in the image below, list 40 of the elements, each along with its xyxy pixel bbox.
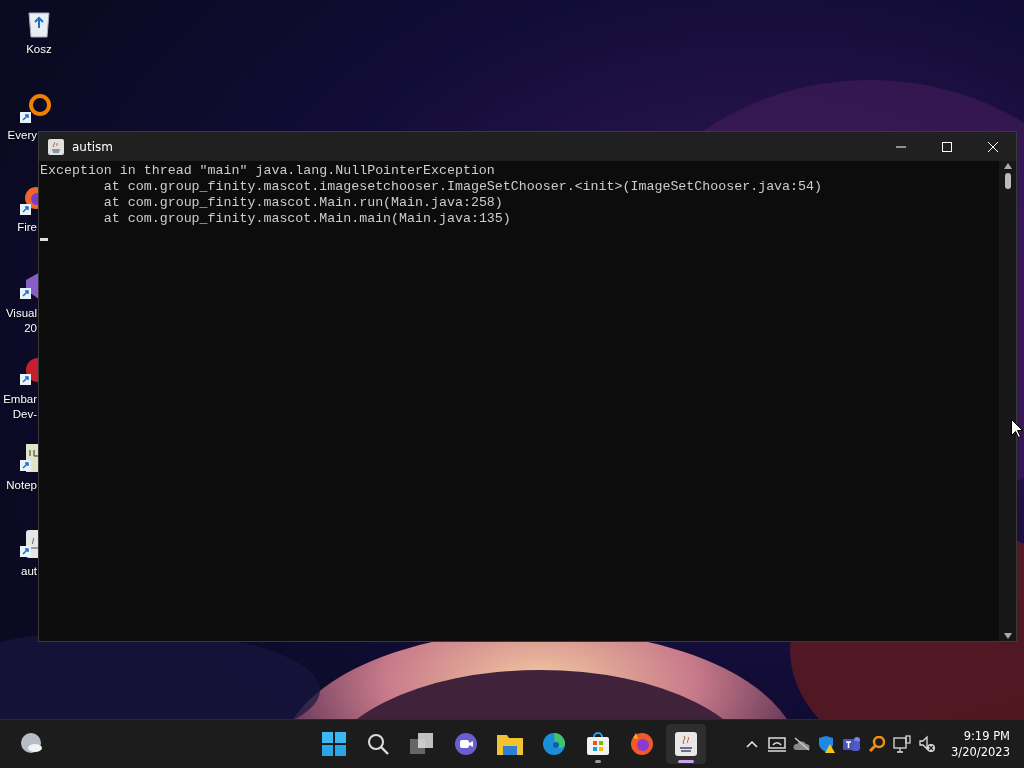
close-icon xyxy=(988,141,998,152)
clock[interactable]: 9:19 PM 3/20/2023 xyxy=(951,728,1010,760)
scroll-thumb[interactable] xyxy=(1004,173,1011,189)
magnifier-icon[interactable] xyxy=(868,736,885,752)
weather-icon[interactable] xyxy=(19,732,45,756)
shield-warning-icon[interactable] xyxy=(817,735,836,753)
maximize-icon xyxy=(942,141,952,152)
scrollbar[interactable] xyxy=(999,161,1016,641)
taskbar-app[interactable] xyxy=(666,724,706,764)
video-chat-icon xyxy=(454,732,478,756)
java-icon xyxy=(48,138,64,155)
icon-label: aut xyxy=(21,564,37,579)
icon-label: Dev- xyxy=(12,407,37,422)
window-title: autism xyxy=(72,139,114,154)
ring-icon xyxy=(18,94,52,124)
windows-stack-icon xyxy=(410,733,434,755)
search-icon xyxy=(367,733,389,755)
scroll-down-icon[interactable] xyxy=(1003,633,1012,639)
icon-label: Visual xyxy=(5,306,37,321)
clock-date: 3/20/2023 xyxy=(951,744,1010,760)
icon-label: Notep xyxy=(6,478,37,493)
cloud-off-icon[interactable] xyxy=(792,737,811,751)
icon-label: Fire xyxy=(17,220,37,235)
scroll-up-icon[interactable] xyxy=(1003,163,1012,169)
java-icon xyxy=(674,731,698,757)
icon-label: Kosz xyxy=(26,42,52,57)
console-line: at com.group_finity.mascot.Main.run(Main.java:258) xyxy=(102,195,504,211)
icon-label: Every xyxy=(7,128,37,143)
console-line: at com.group_finity.mascot.imagesetchooser.ImageSetChooser.<init>(ImageSetChooser.java:54) xyxy=(102,179,823,195)
volume-muted-icon[interactable] xyxy=(917,735,936,753)
chevron-up-icon[interactable] xyxy=(745,740,758,748)
console-line: at com.group_finity.mascot.Main.main(Main.java:135) xyxy=(102,211,512,227)
clock-time: 9:19 PM xyxy=(963,728,1010,744)
folder-icon xyxy=(497,733,523,755)
monitor-icon[interactable] xyxy=(767,736,786,752)
icon-label: Embar xyxy=(3,392,37,407)
icon-label: 20 xyxy=(24,321,37,336)
console-line: Exception in thread "main" java.lang.NullPointerException xyxy=(40,163,496,179)
store-bag-icon xyxy=(586,732,610,756)
network-icon[interactable] xyxy=(892,735,911,753)
